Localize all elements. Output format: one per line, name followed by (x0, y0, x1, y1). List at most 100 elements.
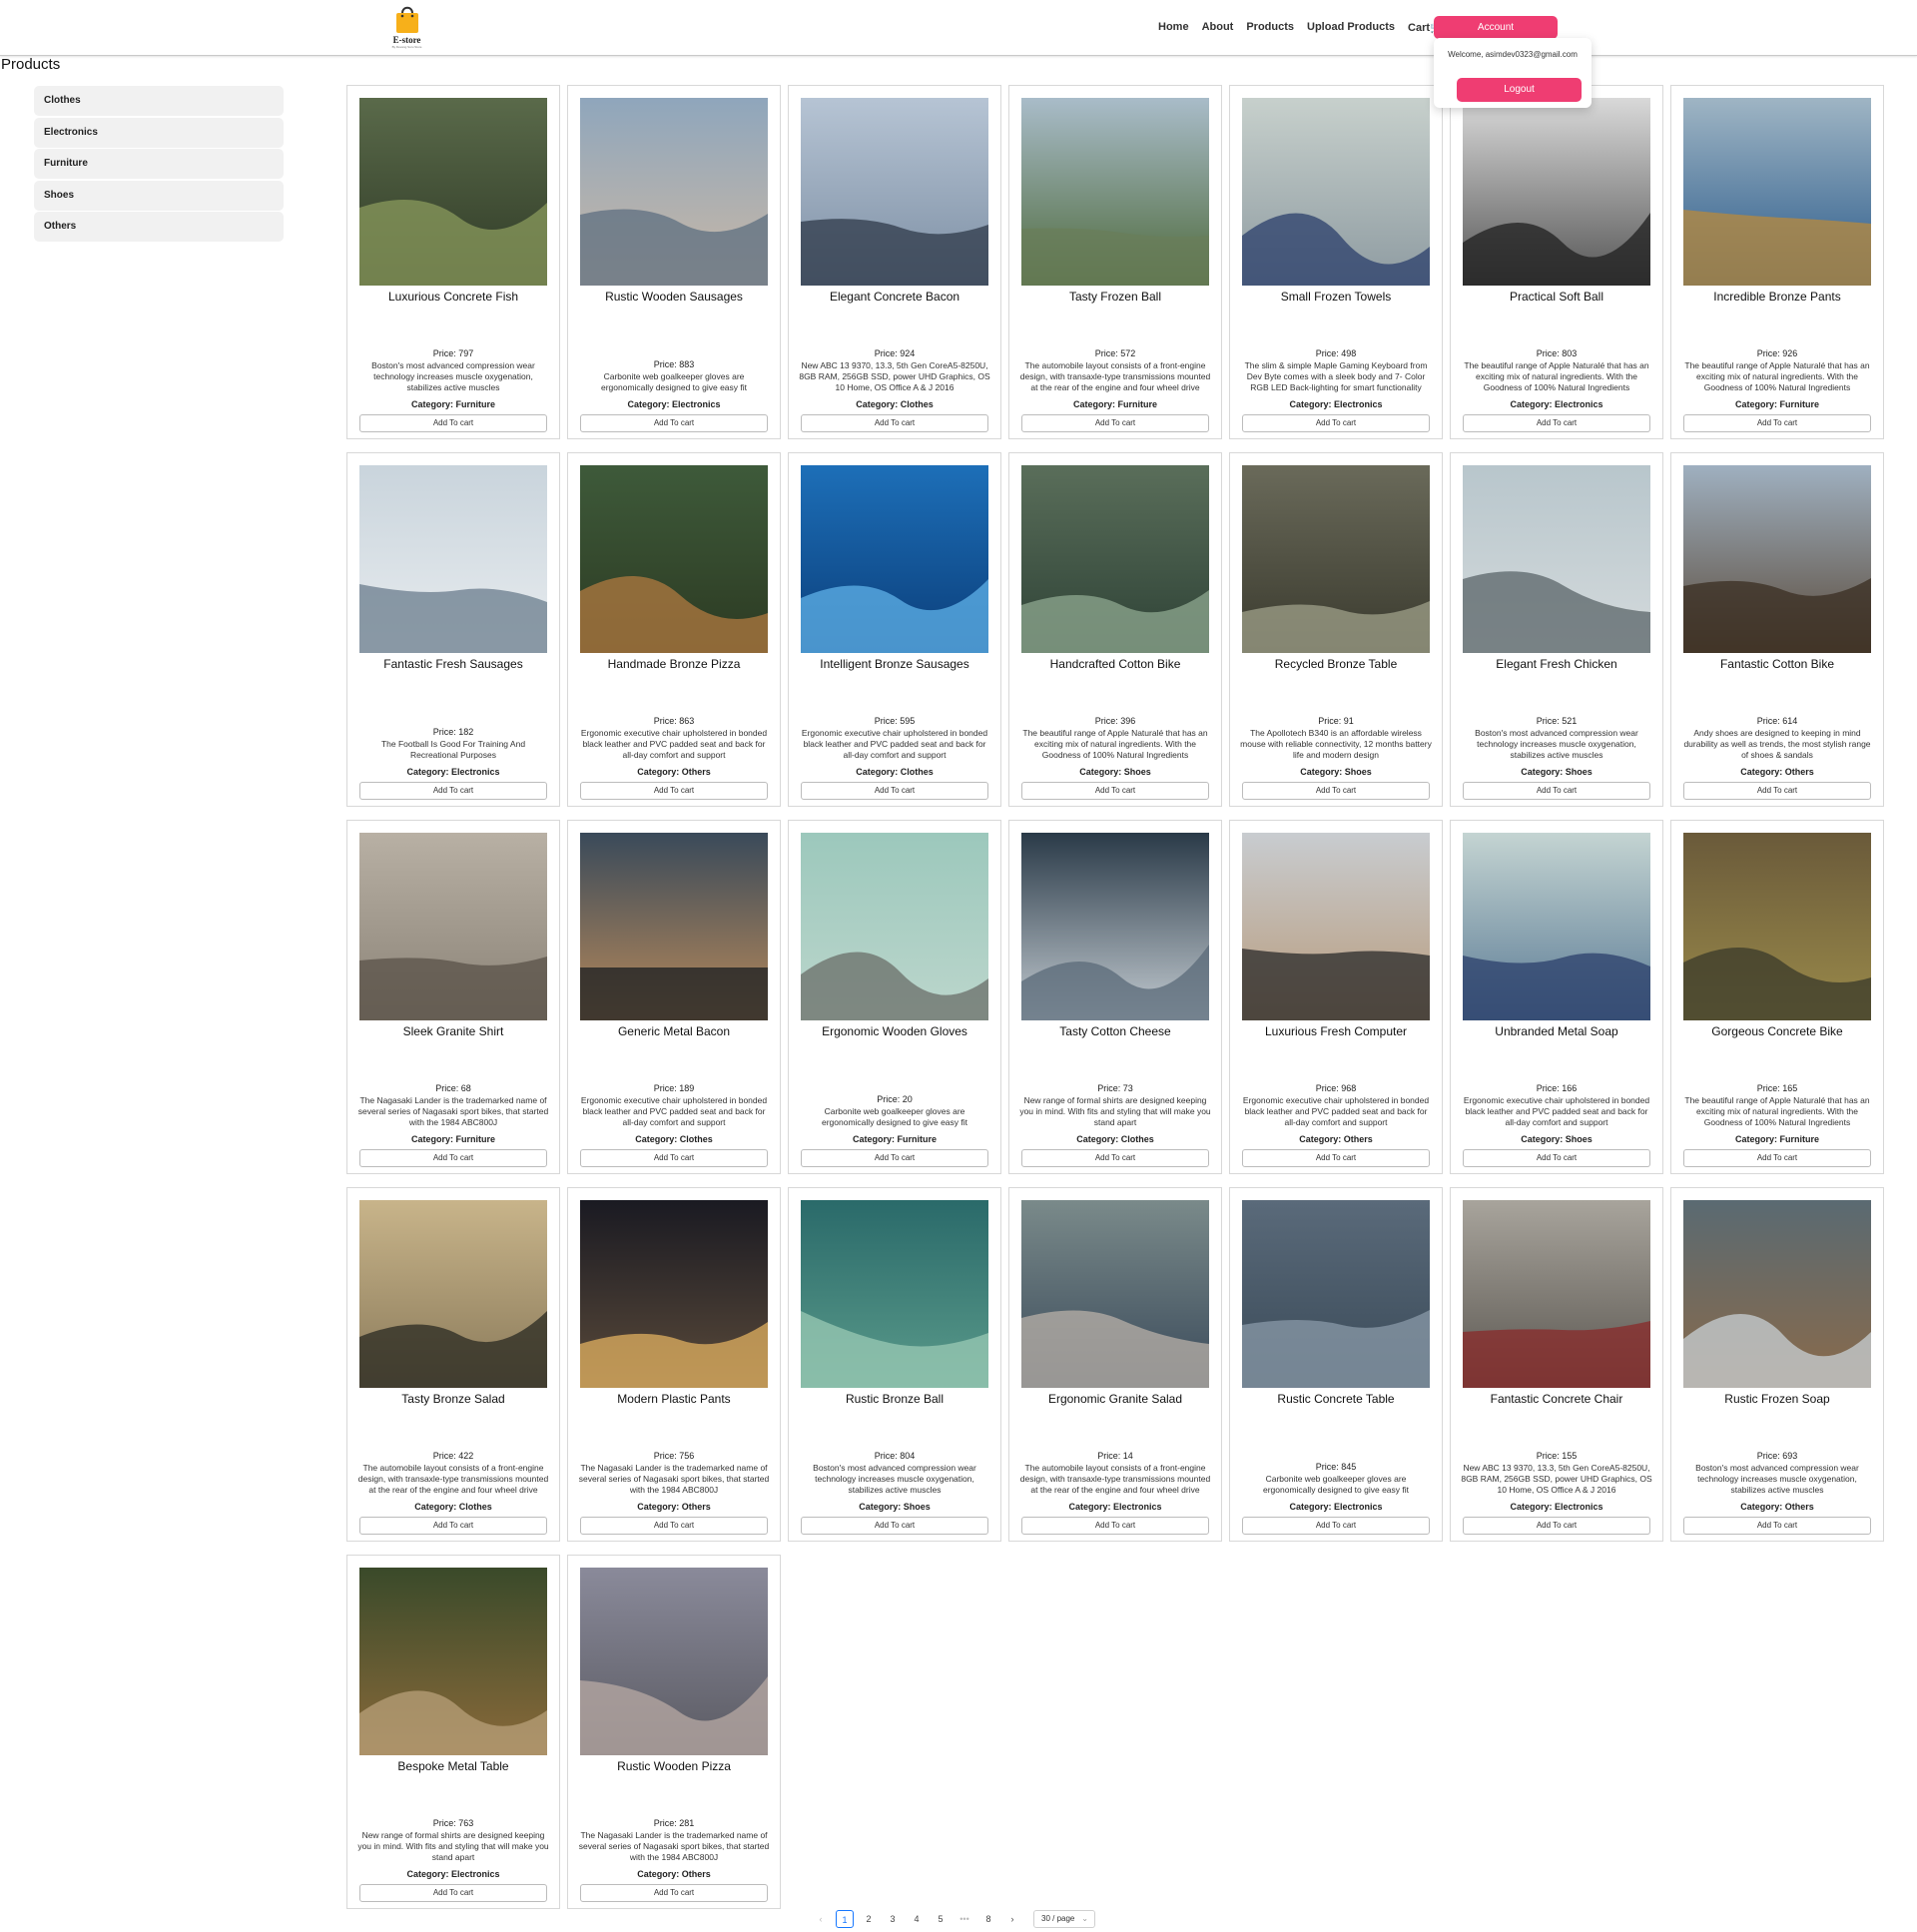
add-to-cart-button[interactable]: Add To cart (580, 782, 768, 800)
product-image[interactable] (1683, 833, 1871, 1020)
product-image[interactable] (1021, 465, 1209, 653)
nav-upload-products[interactable]: Upload Products (1307, 21, 1395, 34)
product-description: Ergonomic executive chair upholstered in… (801, 728, 988, 760)
add-to-cart-button[interactable]: Add To cart (1683, 1149, 1871, 1167)
add-to-cart-button[interactable]: Add To cart (1463, 782, 1650, 800)
product-image[interactable] (801, 833, 988, 1020)
product-description: The beautiful range of Apple Naturalé th… (1684, 1095, 1870, 1127)
add-to-cart-button[interactable]: Add To cart (1463, 1517, 1650, 1535)
account-button[interactable]: Account (1434, 16, 1558, 39)
nav-about[interactable]: About (1202, 21, 1234, 34)
product-image[interactable] (580, 1200, 768, 1388)
product-name: Rustic Frozen Soap (1724, 1392, 1830, 1406)
product-image[interactable] (359, 98, 547, 286)
product-image[interactable] (1242, 465, 1430, 653)
add-to-cart-button[interactable]: Add To cart (1021, 1149, 1209, 1167)
product-image[interactable] (1021, 1200, 1209, 1388)
product-image[interactable] (1463, 465, 1650, 653)
product-image[interactable] (1021, 833, 1209, 1020)
add-to-cart-button[interactable]: Add To cart (1242, 1517, 1430, 1535)
product-name: Gorgeous Concrete Bike (1711, 1024, 1843, 1038)
page-button-5[interactable]: 5 (932, 1910, 950, 1928)
product-card: Handmade Bronze Pizza Price: 863 Ergonomic… (567, 452, 781, 807)
add-to-cart-button[interactable]: Add To cart (1021, 782, 1209, 800)
add-to-cart-button[interactable]: Add To cart (359, 782, 547, 800)
product-image[interactable] (580, 833, 768, 1020)
add-to-cart-button[interactable]: Add To cart (1683, 414, 1871, 432)
product-image[interactable] (359, 465, 547, 653)
add-to-cart-button[interactable]: Add To cart (801, 414, 988, 432)
product-image[interactable] (359, 833, 547, 1020)
category-clothes[interactable]: Clothes (34, 86, 284, 116)
prev-page-button[interactable]: ‹ (812, 1910, 830, 1928)
product-image[interactable] (801, 465, 988, 653)
category-electronics[interactable]: Electronics (34, 117, 284, 148)
product-image[interactable] (1683, 98, 1871, 286)
product-image[interactable] (1021, 98, 1209, 286)
product-description: The beautiful range of Apple Naturalé th… (1464, 360, 1649, 392)
add-to-cart-button[interactable]: Add To cart (1683, 782, 1871, 800)
nav-products[interactable]: Products (1246, 21, 1294, 34)
add-to-cart-button[interactable]: Add To cart (1242, 782, 1430, 800)
add-to-cart-button[interactable]: Add To cart (1242, 414, 1430, 432)
page-button-2[interactable]: 2 (860, 1910, 878, 1928)
add-to-cart-button[interactable]: Add To cart (359, 1884, 547, 1902)
product-card: Tasty Bronze Salad Price: 422 The automobi… (346, 1187, 560, 1542)
product-image[interactable] (1683, 465, 1871, 653)
product-image[interactable] (1463, 833, 1650, 1020)
add-to-cart-button[interactable]: Add To cart (1242, 1149, 1430, 1167)
page-button-4[interactable]: 4 (908, 1910, 926, 1928)
product-image[interactable] (1683, 1200, 1871, 1388)
product-image[interactable] (580, 465, 768, 653)
add-to-cart-button[interactable]: Add To cart (1021, 414, 1209, 432)
category-furniture[interactable]: Furniture (34, 149, 284, 179)
logout-button[interactable]: Logout (1457, 78, 1582, 102)
product-image[interactable] (580, 98, 768, 286)
nav-home[interactable]: Home (1158, 21, 1189, 34)
product-image[interactable] (359, 1568, 547, 1755)
add-to-cart-button[interactable]: Add To cart (359, 1517, 547, 1535)
page-button-last[interactable]: 8 (979, 1910, 997, 1928)
next-page-button[interactable]: › (1003, 1910, 1021, 1928)
product-image[interactable] (1463, 1200, 1650, 1388)
product-description: Boston's most advanced compression wear … (813, 1463, 976, 1495)
add-to-cart-button[interactable]: Add To cart (359, 1149, 547, 1167)
page-button-3[interactable]: 3 (884, 1910, 902, 1928)
page-size-select[interactable]: 30 / page ⌄ (1033, 1910, 1095, 1928)
product-category: Category: Furniture (1734, 1134, 1819, 1144)
product-price: Price: 614 (1756, 716, 1798, 726)
jump-next-ellipsis[interactable]: ••• (956, 1910, 973, 1928)
add-to-cart-button[interactable]: Add To cart (580, 1884, 768, 1902)
add-to-cart-button[interactable]: Add To cart (580, 1517, 768, 1535)
add-to-cart-button[interactable]: Add To cart (580, 414, 768, 432)
add-to-cart-button[interactable]: Add To cart (1683, 1517, 1871, 1535)
product-category: Category: Others (637, 1869, 711, 1879)
product-name: Unbranded Metal Soap (1495, 1024, 1618, 1038)
product-image[interactable] (1242, 833, 1430, 1020)
add-to-cart-button[interactable]: Add To cart (801, 1517, 988, 1535)
product-image[interactable] (580, 1568, 768, 1755)
add-to-cart-button[interactable]: Add To cart (359, 414, 547, 432)
add-to-cart-button[interactable]: Add To cart (801, 1149, 988, 1167)
product-name: Ergonomic Wooden Gloves (822, 1024, 967, 1038)
product-name: Fantastic Fresh Sausages (383, 657, 523, 671)
product-name: Rustic Bronze Ball (845, 1392, 945, 1406)
add-to-cart-button[interactable]: Add To cart (580, 1149, 768, 1167)
product-image[interactable] (359, 1200, 547, 1388)
add-to-cart-button[interactable]: Add To cart (1021, 1517, 1209, 1535)
product-image[interactable] (1242, 1200, 1430, 1388)
product-image[interactable] (1463, 98, 1650, 286)
product-price: Price: 155 (1536, 1451, 1578, 1461)
category-others[interactable]: Others (34, 212, 284, 242)
add-to-cart-button[interactable]: Add To cart (801, 782, 988, 800)
category-shoes[interactable]: Shoes (34, 180, 284, 211)
product-name: Sleek Granite Shirt (402, 1024, 504, 1038)
page-button-1[interactable]: 1 (836, 1910, 854, 1928)
product-image[interactable] (801, 98, 988, 286)
add-to-cart-button[interactable]: Add To cart (1463, 414, 1650, 432)
product-image[interactable] (801, 1200, 988, 1388)
add-to-cart-button[interactable]: Add To cart (1463, 1149, 1650, 1167)
logo-title: E-store (392, 35, 421, 45)
product-image[interactable] (1242, 98, 1430, 286)
logo[interactable]: E-store By Devang Suru Store (384, 4, 429, 52)
